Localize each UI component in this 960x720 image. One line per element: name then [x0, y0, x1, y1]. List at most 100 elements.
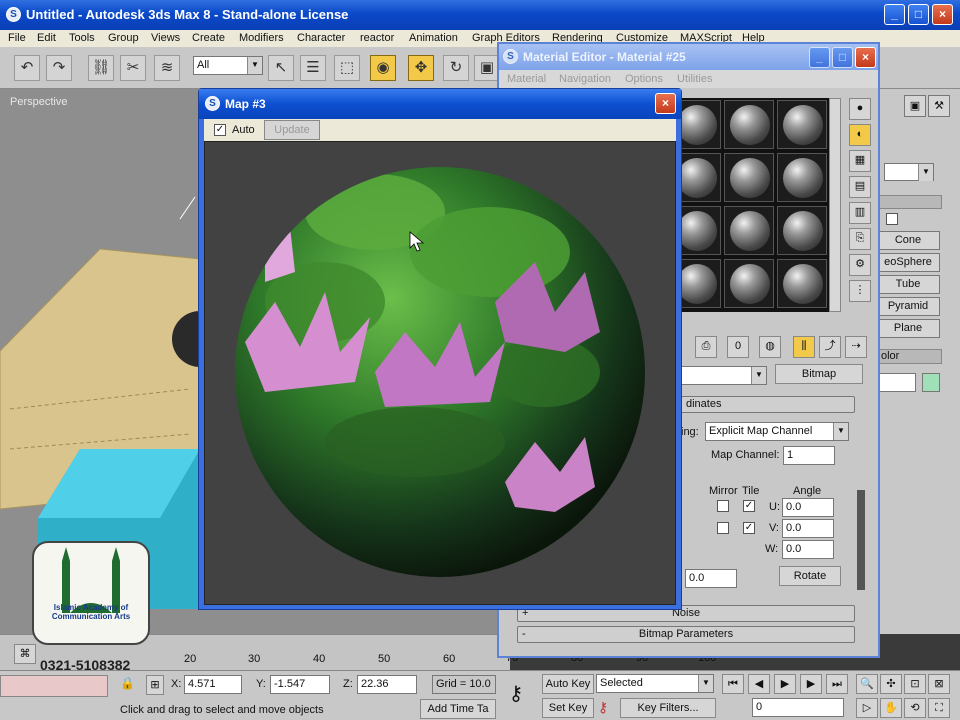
background-icon[interactable]: ▦ [849, 150, 871, 172]
play-icon[interactable]: ▶ [774, 674, 796, 694]
angle-v-field[interactable]: 0.0 [782, 519, 834, 538]
select-by-material-icon[interactable]: ⋮ [849, 280, 871, 302]
angle-w-field[interactable]: 0.0 [782, 540, 834, 559]
auto-key-button[interactable]: Auto Key [542, 674, 594, 694]
geosphere-button[interactable]: eoSphere [876, 253, 940, 272]
set-key-mode-icon[interactable]: ⚷ [598, 699, 616, 717]
unlink-icon[interactable]: ✂ [120, 55, 146, 81]
sample-slot[interactable] [777, 259, 827, 308]
previous-frame-icon[interactable]: ◀ [748, 674, 770, 694]
autogrid-checkbox[interactable] [886, 213, 898, 225]
chevron-down-icon[interactable]: ▼ [698, 675, 713, 692]
sample-slot[interactable] [777, 153, 827, 202]
object-type-dropdown[interactable]: ▼ [884, 163, 934, 181]
slots-scrollbar[interactable] [829, 98, 841, 312]
me-menu-material[interactable]: Material [507, 73, 546, 85]
rollout-scrollbar[interactable] [857, 490, 865, 590]
go-forward-to-sibling-icon[interactable]: ⇢ [845, 336, 867, 358]
sample-uv-tiling-icon[interactable]: ▤ [849, 176, 871, 198]
select-link-icon[interactable]: ⛓ [88, 55, 114, 81]
lock-icon[interactable]: 🔒 [120, 676, 135, 692]
zoom-icon[interactable]: 🔍 [856, 674, 878, 694]
display-panel-icon[interactable]: ▣ [904, 95, 926, 117]
tube-button[interactable]: Tube [876, 275, 940, 294]
key-filters-button[interactable]: Key Filters... [620, 698, 716, 718]
chevron-down-icon[interactable]: ▼ [247, 57, 262, 74]
show-end-result-icon[interactable]: ⫼ [793, 336, 815, 358]
zoom-extents-icon[interactable]: ⊡ [904, 674, 926, 694]
sample-slot[interactable] [724, 100, 774, 149]
field-of-view-icon[interactable]: ▷ [856, 698, 878, 718]
rotate-icon[interactable]: ↻ [443, 55, 469, 81]
menu-modifiers[interactable]: Modifiers [239, 32, 284, 44]
backlight-icon[interactable]: ◐ [849, 124, 871, 146]
mirror-u-checkbox[interactable] [717, 500, 729, 512]
utilities-panel-icon[interactable]: ⚒ [928, 95, 950, 117]
menu-views[interactable]: Views [151, 32, 180, 44]
video-color-check-icon[interactable]: ▥ [849, 202, 871, 224]
put-to-library-icon[interactable]: ⎙ [695, 336, 717, 358]
maximize-viewport-icon[interactable]: ⛶ [928, 698, 950, 718]
select-by-name-icon[interactable]: ☰ [300, 55, 326, 81]
select-object-icon[interactable]: ↖ [268, 55, 294, 81]
me-minimize-button[interactable]: _ [809, 47, 830, 68]
window-crossing-icon[interactable]: ◉ [370, 55, 396, 81]
sample-slot[interactable] [724, 259, 774, 308]
app-icon[interactable]: S [6, 7, 21, 22]
plane-button[interactable]: Plane [876, 319, 940, 338]
bitmap-parameters-rollout[interactable]: - Bitmap Parameters [517, 626, 855, 643]
chevron-down-icon[interactable]: ▼ [833, 423, 848, 440]
bind-space-warp-icon[interactable]: ≋ [154, 55, 180, 81]
close-button[interactable]: × [932, 4, 953, 25]
zoom-all-icon[interactable]: ✣ [880, 674, 902, 694]
object-color-swatch[interactable] [922, 373, 940, 392]
menu-tools[interactable]: Tools [69, 32, 95, 44]
map-channel-field[interactable]: 1 [783, 446, 835, 465]
object-type-rollout[interactable] [878, 195, 942, 209]
current-frame-field[interactable]: 0 [752, 698, 844, 717]
time-config-icon[interactable]: ⌘ [14, 644, 36, 664]
sample-type-icon[interactable]: ● [849, 98, 871, 120]
chevron-down-icon[interactable]: ▼ [751, 367, 766, 384]
menu-character[interactable]: Character [297, 32, 345, 44]
add-time-tag-button[interactable]: Add Time Ta [420, 699, 496, 719]
me-menu-navigation[interactable]: Navigation [559, 73, 611, 85]
me-close-button[interactable]: × [855, 47, 876, 68]
selection-filter-dropdown[interactable]: All ▼ [193, 56, 263, 75]
sample-slot[interactable] [777, 100, 827, 149]
orbit-icon[interactable]: ⟲ [904, 698, 926, 718]
menu-animation[interactable]: Animation [409, 32, 458, 44]
blur-offset-field[interactable]: 0.0 [685, 569, 737, 588]
zoom-extents-all-icon[interactable]: ⊠ [928, 674, 950, 694]
cone-button[interactable]: Cone [876, 231, 940, 250]
tile-u-checkbox[interactable]: ✓ [743, 500, 755, 512]
show-map-in-viewport-icon[interactable]: ◍ [759, 336, 781, 358]
go-to-end-icon[interactable]: ⏭ [826, 674, 848, 694]
auto-checkbox[interactable]: ✓ [214, 124, 226, 136]
go-to-start-icon[interactable]: ⏮ [722, 674, 744, 694]
maximize-button[interactable]: □ [908, 4, 929, 25]
material-effects-channel-icon[interactable]: 0 [727, 336, 749, 358]
coordinates-rollout[interactable]: dinates [675, 396, 855, 413]
map-preview-canvas[interactable] [204, 141, 676, 605]
undo-icon[interactable]: ↶ [14, 55, 40, 81]
pan-icon[interactable]: ✋ [880, 698, 902, 718]
sample-slot[interactable] [724, 206, 774, 255]
update-button[interactable]: Update [264, 120, 320, 140]
map-name-field[interactable]: ▼ [675, 366, 767, 385]
redo-icon[interactable]: ↷ [46, 55, 72, 81]
me-menu-utilities[interactable]: Utilities [677, 73, 712, 85]
sample-slot[interactable] [777, 206, 827, 255]
name-color-rollout[interactable]: olor [878, 349, 942, 364]
map-type-button[interactable]: Bitmap [775, 364, 863, 384]
mirror-v-checkbox[interactable] [717, 522, 729, 534]
menu-create[interactable]: Create [192, 32, 225, 44]
next-frame-icon[interactable]: ▶ [800, 674, 822, 694]
me-menu-options[interactable]: Options [625, 73, 663, 85]
rectangular-region-icon[interactable]: ⬚ [334, 55, 360, 81]
mapping-dropdown[interactable]: Explicit Map Channel ▼ [705, 422, 849, 441]
viewport-label[interactable]: Perspective [10, 96, 67, 108]
menu-edit[interactable]: Edit [37, 32, 56, 44]
key-mode-dropdown[interactable]: Selected ▼ [596, 674, 714, 693]
object-name-field[interactable] [878, 373, 916, 392]
